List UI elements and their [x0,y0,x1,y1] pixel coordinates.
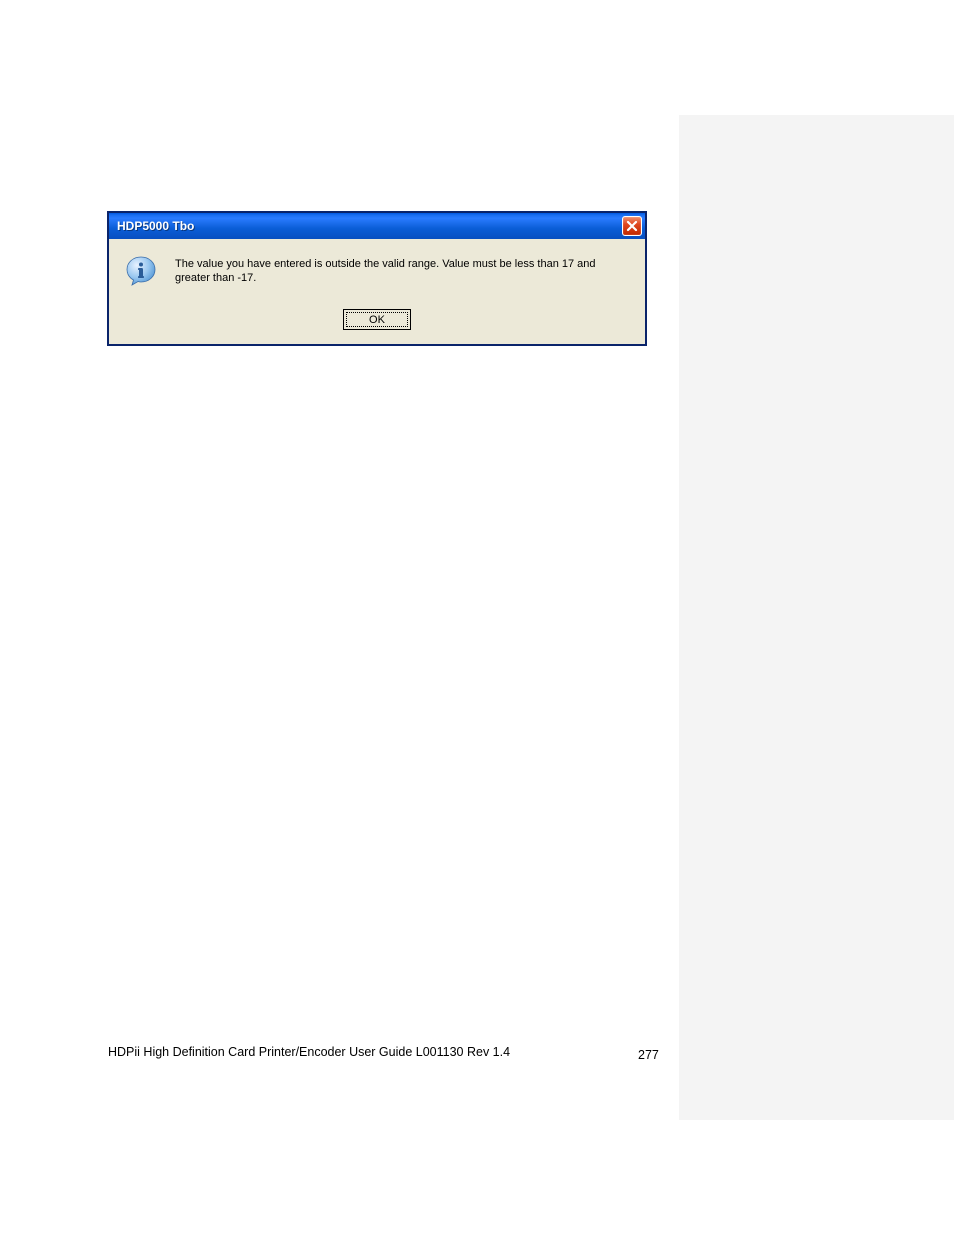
dialog-body: The value you have entered is outside th… [109,239,645,344]
dialog-titlebar[interactable]: HDP5000 Tbo [109,213,645,239]
dialog-title: HDP5000 Tbo [117,219,622,233]
dialog-message: The value you have entered is outside th… [175,257,629,286]
close-button[interactable] [622,216,642,236]
footer-page-number: 277 [638,1048,659,1062]
footer-guide-text: HDPii High Definition Card Printer/Encod… [108,1045,510,1059]
ok-button-label: OK [369,314,385,326]
message-row: The value you have entered is outside th… [121,255,633,287]
page-right-margin [679,115,954,1120]
info-icon [125,255,157,287]
message-dialog: HDP5000 Tbo [108,212,646,345]
ok-button[interactable]: OK [343,309,411,330]
close-icon [626,220,638,232]
